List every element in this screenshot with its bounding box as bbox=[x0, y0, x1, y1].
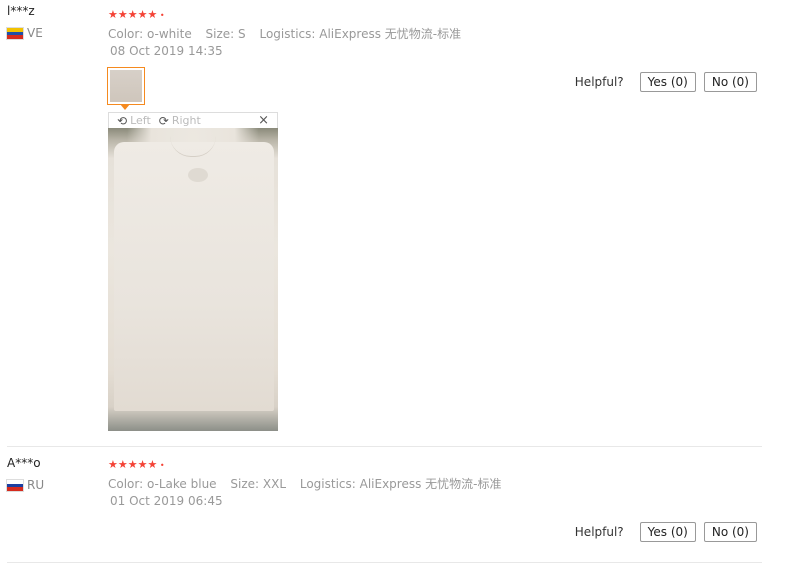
country-code: VE bbox=[27, 26, 43, 40]
logistics-info: Logistics: AliExpress 无忧物流-标准 bbox=[259, 27, 462, 41]
reviewer-country: VE bbox=[7, 26, 43, 40]
review-item: l***z VE ★★★★★ • Color: o-white Size: S … bbox=[0, 0, 788, 447]
rating-stars: ★★★★★ bbox=[108, 8, 158, 21]
reviewer-name: l***z bbox=[7, 4, 35, 18]
rating-stars: ★★★★★ bbox=[108, 458, 158, 471]
star-rating: ★★★★★ • bbox=[108, 458, 165, 471]
rotate-left-control[interactable]: ⟲ Left bbox=[117, 114, 151, 128]
size-info: Size: XXL bbox=[230, 477, 287, 491]
review-meta: Color: o-white Size: S Logistics: AliExp… bbox=[108, 25, 471, 42]
rating-dot-icon: • bbox=[157, 11, 165, 20]
color-info: Color: o-Lake blue bbox=[108, 477, 217, 491]
reviewer-country: RU bbox=[7, 478, 44, 492]
helpful-controls: Helpful? Yes (0) No (0) bbox=[575, 72, 757, 92]
close-icon[interactable]: × bbox=[258, 113, 269, 128]
review-date: 01 Oct 2019 06:45 bbox=[110, 494, 223, 508]
rotate-right-label: Right bbox=[171, 114, 201, 127]
flag-ve-icon bbox=[7, 27, 23, 39]
photo-thumbnail[interactable] bbox=[107, 67, 145, 105]
review-photo-enlarged bbox=[108, 128, 278, 431]
size-info: Size: S bbox=[205, 27, 246, 41]
review-date: 08 Oct 2019 14:35 bbox=[110, 44, 223, 58]
flag-ru-icon bbox=[7, 479, 23, 491]
photo-viewer-toolbar: ⟲ Left ⟳ Right × bbox=[108, 112, 278, 128]
shirt-logo bbox=[188, 168, 208, 182]
helpful-no-button[interactable]: No (0) bbox=[703, 72, 757, 92]
review-meta: Color: o-Lake blue Size: XXL Logistics: … bbox=[108, 475, 512, 492]
helpful-label: Helpful? bbox=[574, 525, 624, 539]
logistics-info: Logistics: AliExpress 无忧物流-标准 bbox=[299, 477, 502, 491]
review-item: A***o RU ★★★★★ • Color: o-Lake blue Size… bbox=[0, 447, 788, 573]
helpful-label: Helpful? bbox=[574, 75, 624, 89]
rotate-right-icon: ⟳ bbox=[158, 113, 169, 128]
helpful-controls: Helpful? Yes (0) No (0) bbox=[575, 522, 757, 542]
rotate-left-label: Left bbox=[130, 114, 151, 127]
rotate-right-control[interactable]: ⟳ Right bbox=[159, 114, 201, 128]
country-code: RU bbox=[27, 478, 45, 492]
star-rating: ★★★★★ • bbox=[108, 8, 165, 21]
rotate-left-icon: ⟲ bbox=[117, 113, 128, 128]
caret-down-icon bbox=[120, 104, 130, 110]
helpful-no-button[interactable]: No (0) bbox=[703, 522, 757, 542]
helpful-yes-button[interactable]: Yes (0) bbox=[639, 522, 696, 542]
shirt-image bbox=[114, 142, 274, 411]
helpful-yes-button[interactable]: Yes (0) bbox=[639, 72, 696, 92]
review-divider bbox=[7, 562, 762, 563]
rating-dot-icon: • bbox=[157, 461, 165, 470]
reviewer-name: A***o bbox=[7, 456, 41, 470]
color-info: Color: o-white bbox=[108, 27, 192, 41]
